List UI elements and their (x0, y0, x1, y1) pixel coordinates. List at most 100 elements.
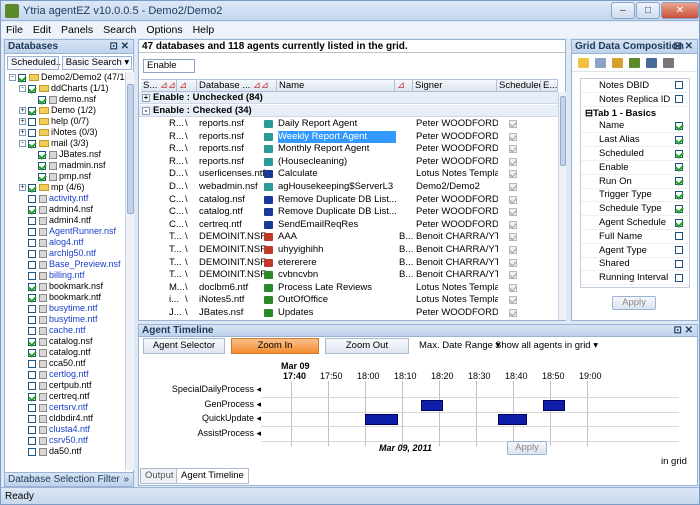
tree-item[interactable]: JBates.nsf (5, 149, 127, 160)
sort-icon[interactable] (578, 57, 589, 68)
tree-item-checkbox[interactable] (28, 447, 36, 456)
tree-item[interactable]: csrv50.ntf (5, 435, 127, 446)
field-item[interactable]: Last Alias (581, 133, 689, 148)
table-row[interactable]: D... \ webadmin.nsf agHousekeeping$ServerL3… (139, 181, 559, 193)
tree-item-checkbox[interactable] (28, 216, 36, 225)
close-button[interactable]: ✕ (661, 2, 699, 19)
agent-run-bar[interactable] (365, 414, 399, 425)
tree-item-checkbox[interactable] (28, 260, 36, 269)
table-row[interactable]: R... \ reports.nsf Daily Report Agent Peter … (139, 118, 559, 130)
expand-icon[interactable]: + (19, 184, 26, 191)
tree-item-checkbox[interactable] (28, 436, 36, 445)
tab-output[interactable]: Output (140, 468, 179, 484)
field-checkbox[interactable] (675, 163, 683, 172)
options-icon[interactable] (663, 57, 674, 68)
tree-scroll-thumb[interactable] (127, 84, 134, 214)
field-item[interactable]: Trigger Type (581, 189, 689, 203)
tree-item-checkbox[interactable] (28, 414, 36, 423)
column-header-enable[interactable]: E... (541, 79, 558, 92)
scheduled-combo[interactable]: Scheduled... ▾ (7, 56, 71, 70)
tree-item-checkbox[interactable] (28, 337, 36, 346)
field-item[interactable]: Running Interval (581, 271, 689, 286)
column-header-scheduled[interactable]: Scheduled (497, 79, 541, 92)
table-row[interactable]: T... \ DEMOINIT.NSF uhyyighihh B... Benoit CH… (139, 244, 559, 256)
field-checkbox[interactable] (675, 149, 683, 158)
tree-item-checkbox[interactable] (28, 304, 36, 313)
basic-search-combo[interactable]: Basic Search ▾ (61, 56, 132, 70)
collapse-icon[interactable]: - (142, 107, 150, 115)
table-row[interactable]: M... \ doclbm6.ntf Process Late Reviews Lotu… (139, 282, 559, 294)
tree-item[interactable]: activity.ntf (5, 193, 127, 204)
grid-group-header[interactable]: - Enable : Checked (34) (139, 105, 559, 117)
table-row[interactable]: T... \ DEMOINIT.NSF AAA B... Benoit CHARRA/YT… (139, 231, 559, 243)
max-date-range-dropdown[interactable]: Max. Date Range ▾ (419, 340, 500, 351)
field-checkbox[interactable] (675, 259, 683, 268)
tree-item-checkbox[interactable] (28, 381, 36, 390)
menu-options[interactable]: Options (141, 24, 187, 36)
grid-group-header[interactable]: + Enable : Unchecked (84) (139, 92, 559, 104)
tree-item[interactable]: bookmark.nsf (5, 281, 127, 292)
table-row[interactable]: R... \ reports.nsf Weekly Report Agent Peter… (139, 130, 559, 143)
tree-item-checkbox[interactable] (38, 150, 46, 159)
timeline-apply-button[interactable]: Apply (507, 441, 547, 455)
field-item[interactable]: Enable (581, 161, 689, 175)
tree-item-checkbox[interactable] (28, 194, 36, 203)
table-row[interactable]: C... \ certreq.ntf SendEmailReqRes Peter WOO… (139, 219, 559, 231)
tree-item[interactable]: certsrv.ntf (5, 402, 127, 413)
tree-item-checkbox[interactable] (38, 172, 46, 181)
tab-agent-timeline[interactable]: Agent Timeline (176, 468, 249, 484)
agent-row-label[interactable]: QuickUpdate ◂ (202, 413, 261, 424)
composition-apply-button[interactable]: Apply (612, 296, 656, 310)
tree-item-checkbox[interactable] (28, 293, 36, 302)
menu-panels[interactable]: Panels (56, 24, 98, 36)
pin-icon[interactable]: ⊡ ✕ (109, 40, 129, 54)
tree-item[interactable]: certpub.ntf (5, 380, 127, 391)
tree-item[interactable]: certreq.ntf (5, 391, 127, 402)
table-row[interactable]: i... \ iNotes5.ntf OutOfOffice Lotus Notes T… (139, 294, 559, 306)
tree-item-checkbox[interactable] (28, 425, 36, 434)
chevron-down-icon[interactable]: » (123, 473, 129, 487)
expand-icon[interactable]: + (19, 107, 26, 114)
field-item[interactable]: Notes Replica ID (581, 93, 689, 107)
tree-item-checkbox[interactable] (28, 282, 36, 291)
tree-item-checkbox[interactable] (38, 95, 46, 104)
group-by-field[interactable]: Enable (143, 59, 195, 73)
collapse-icon[interactable]: - (9, 74, 16, 81)
table-row[interactable]: R... \ reports.nsf (Housecleaning) Peter WOO… (139, 156, 559, 168)
agent-run-bar[interactable] (420, 399, 443, 411)
table-row[interactable]: D... \ userlicenses.ntf Calculate Lotus Note… (139, 168, 559, 180)
grid-scroll-thumb[interactable] (560, 96, 566, 166)
tree-item-checkbox[interactable] (28, 249, 36, 258)
field-item[interactable]: Agent Type (581, 244, 689, 258)
pin-icon[interactable]: ⊡ ✕ (673, 40, 693, 54)
tree-item[interactable]: busytime.ntf (5, 303, 127, 314)
expand-icon[interactable]: + (19, 118, 26, 125)
tree-scrollbar[interactable] (125, 72, 134, 470)
tree-item-checkbox[interactable] (28, 106, 36, 115)
tree-item[interactable]: + iNotes (0/3) (5, 127, 127, 138)
field-item[interactable]: Notes DBID (581, 79, 689, 93)
column-header-status[interactable]: S... ⊿⊿ (141, 79, 177, 92)
tree-item[interactable]: admin4.nsf (5, 204, 127, 215)
field-checkbox[interactable] (675, 81, 683, 90)
field-item[interactable]: Schedule Type (581, 202, 689, 217)
tree-item[interactable]: - ddCharts (1/1) (5, 83, 127, 94)
collapse-icon[interactable]: - (19, 140, 26, 147)
field-checkbox[interactable] (675, 177, 683, 186)
field-checkbox[interactable] (675, 218, 683, 227)
field-item[interactable]: Agent Schedule (581, 216, 689, 230)
menu-search[interactable]: Search (98, 24, 141, 36)
tree-item[interactable]: - mail (3/3) (5, 138, 127, 149)
table-row[interactable]: C... \ catalog.nsf Remove Duplicate DB List… (139, 194, 559, 206)
tree-item-checkbox[interactable] (28, 139, 36, 148)
menu-file[interactable]: File (1, 24, 28, 36)
tree-item[interactable]: catalog.ntf (5, 347, 127, 358)
tree-item-checkbox[interactable] (28, 315, 36, 324)
tree-item[interactable]: + mp (4/6) (5, 182, 127, 193)
tree-item-checkbox[interactable] (18, 73, 26, 82)
agent-run-bar[interactable] (542, 399, 565, 411)
tree-item[interactable]: pmp.nsf (5, 171, 127, 182)
field-checkbox[interactable] (675, 95, 683, 104)
tree-item[interactable]: + help (0/7) (5, 116, 127, 127)
expand-icon[interactable]: + (19, 129, 26, 136)
